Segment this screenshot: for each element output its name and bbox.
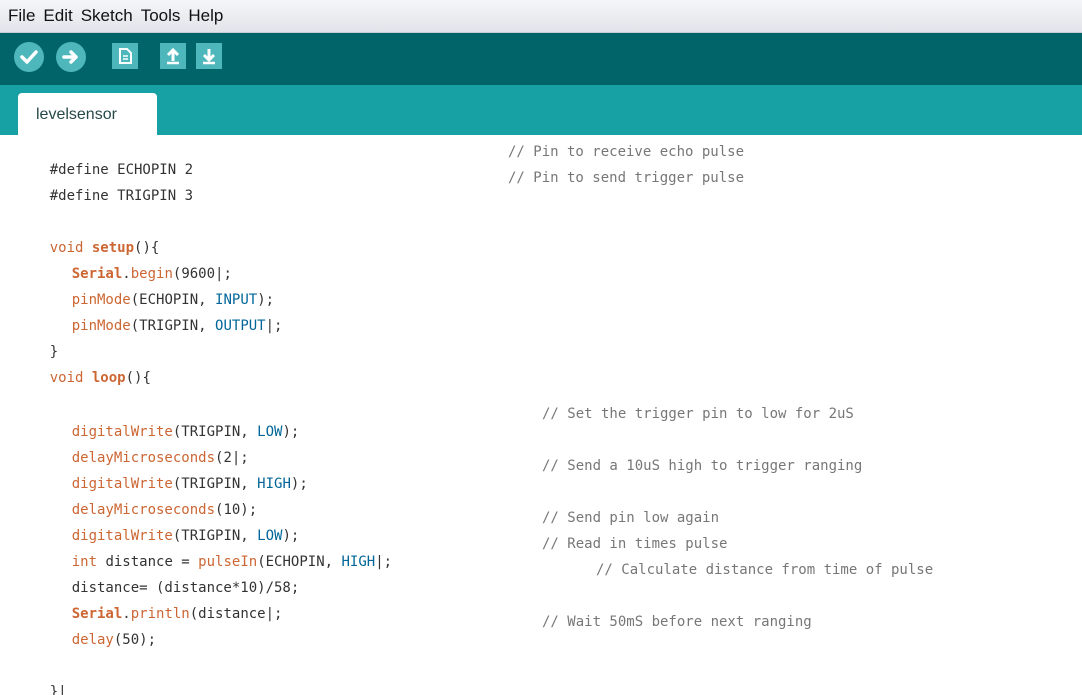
code-function: loop	[91, 370, 126, 386]
code-comment: // Send pin low again	[542, 510, 720, 526]
new-document-icon	[119, 48, 132, 64]
tab-strip: levelsensor	[0, 85, 1082, 135]
menu-edit[interactable]: Edit	[43, 6, 72, 26]
verify-button[interactable]	[14, 42, 44, 72]
code-text: #define TRIGPIN 3	[49, 188, 194, 204]
toolbar	[0, 33, 1082, 85]
code-text: (50);	[113, 632, 157, 648]
code-comment: // Read in times pulse	[542, 536, 728, 552]
code-line: }	[16, 325, 58, 360]
tab-levelsensor[interactable]: levelsensor	[18, 93, 157, 135]
code-line: digitalWrite(TRIGPIN, HIGH);// Send a 10…	[38, 457, 863, 492]
code-text: |;	[375, 554, 393, 570]
code-editor[interactable]: #define ECHOPIN 2// Pin to receive echo …	[0, 135, 1082, 695]
code-line: void setup(){	[16, 221, 160, 256]
code-line: digitalWrite(TRIGPIN, LOW);// Send pin l…	[38, 509, 719, 544]
code-line: void loop(){	[16, 351, 151, 386]
code-comment: // Wait 50mS before next ranging	[542, 614, 812, 630]
code-constant: HIGH	[341, 554, 376, 570]
code-line: #define ECHOPIN 2// Pin to receive echo …	[16, 143, 744, 178]
open-button[interactable]	[160, 43, 186, 69]
checkmark-icon	[20, 50, 38, 64]
code-comment: // Set the trigger pin to low for 2uS	[542, 406, 854, 422]
menu-tools[interactable]: Tools	[141, 6, 181, 26]
code-line: pinMode(TRIGPIN, OUTPUT|;	[38, 299, 283, 334]
code-line: int distance = pulseIn(ECHOPIN, HIGH|;//…	[38, 535, 728, 570]
code-comment: // Pin to send trigger pulse	[508, 170, 745, 186]
menu-sketch[interactable]: Sketch	[81, 6, 133, 26]
code-line: digitalWrite(TRIGPIN, LOW);// Set the tr…	[38, 405, 854, 440]
code-line: Serial.println(distance|;	[71, 606, 283, 622]
code-line: delayMicroseconds(2|;	[38, 431, 249, 466]
code-text: );	[282, 424, 300, 440]
menu-help[interactable]: Help	[188, 6, 223, 26]
code-text: |;	[265, 318, 283, 334]
code-line: #define TRIGPIN 3 // Pin to send trigger …	[16, 169, 744, 204]
code-constant: OUTPUT	[215, 318, 266, 334]
code-comment: // Send a 10uS high to trigger ranging	[542, 458, 863, 474]
code-function: delay	[71, 632, 114, 648]
code-line: pinMode(ECHOPIN, INPUT);	[38, 273, 274, 308]
code-comment: // Calculate distance from time of pulse	[596, 562, 934, 578]
code-line: distance= (distance*10)/58;// Calculate …	[38, 561, 933, 596]
code-keyword: void	[49, 370, 84, 386]
arrow-up-icon	[166, 47, 180, 65]
code-function: pinMode	[71, 318, 131, 334]
code-comment: // Pin to receive echo pulse	[508, 144, 745, 160]
upload-button[interactable]	[56, 42, 86, 72]
code-text: }|	[49, 684, 67, 695]
arrow-down-icon	[202, 49, 216, 65]
save-button[interactable]	[196, 43, 222, 69]
code-text: );	[290, 476, 308, 492]
arrow-right-icon	[62, 50, 78, 64]
code-text: (){	[125, 370, 151, 386]
menu-file[interactable]: File	[8, 6, 35, 26]
code-constant: HIGH	[257, 476, 291, 492]
code-constant: LOW	[257, 424, 283, 440]
menu-bar: File Edit Sketch Tools Help	[0, 0, 1082, 33]
new-button[interactable]	[112, 43, 138, 69]
code-line: Serial.begin(9600|;	[71, 266, 232, 282]
code-line: delay(50); // Wait 50mS before next rangi…	[38, 613, 812, 648]
code-text: (TRIGPIN,	[130, 318, 216, 334]
code-line: delayMicroseconds(10);	[38, 483, 257, 518]
code-text: (distance|;	[189, 606, 283, 622]
code-line: }|	[16, 665, 67, 695]
